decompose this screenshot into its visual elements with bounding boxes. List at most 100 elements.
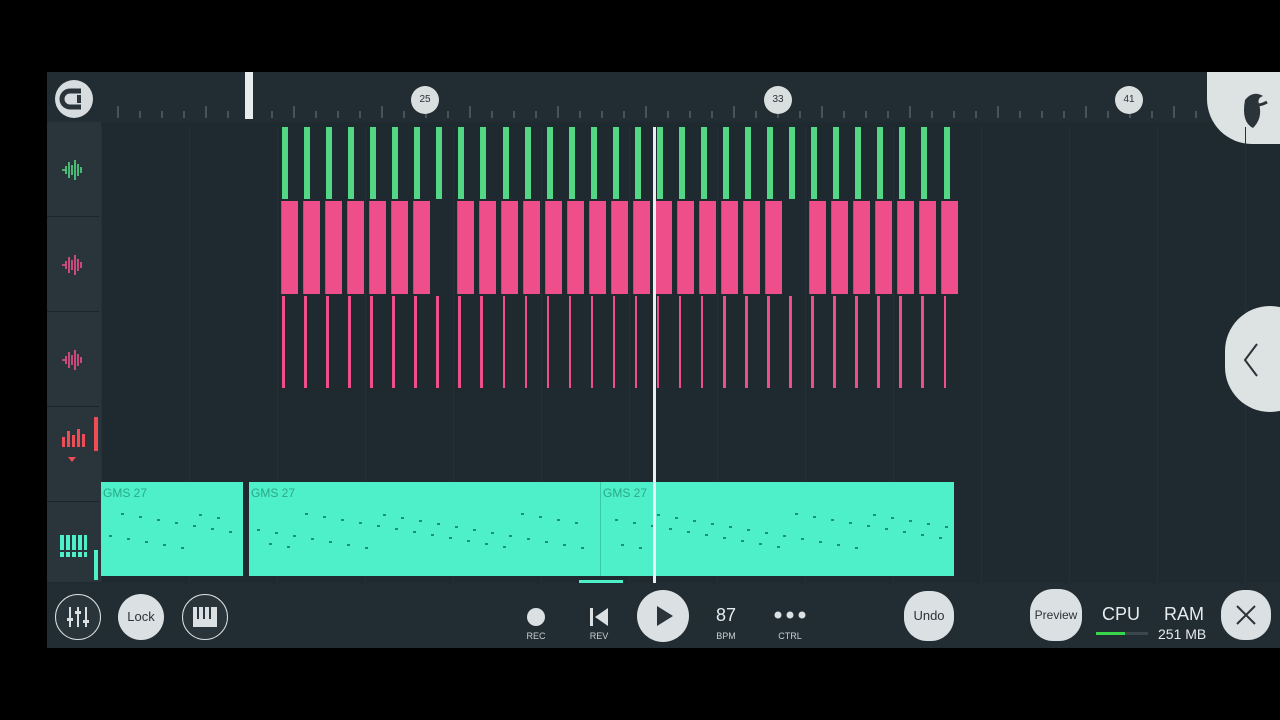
audio-clip[interactable] — [921, 296, 924, 388]
audio-clip[interactable] — [723, 127, 729, 199]
audio-clip[interactable] — [811, 127, 818, 199]
audio-clip[interactable] — [765, 201, 782, 294]
audio-clip[interactable] — [589, 201, 606, 294]
audio-clip[interactable] — [282, 296, 285, 388]
audio-clip[interactable] — [391, 201, 408, 294]
audio-clip[interactable] — [457, 201, 474, 294]
audio-clip[interactable] — [700, 296, 704, 388]
audio-clip[interactable] — [943, 296, 946, 388]
close-button[interactable] — [1221, 590, 1271, 640]
track-header-2[interactable] — [47, 217, 99, 312]
audio-clip[interactable] — [855, 296, 858, 388]
audio-clip[interactable] — [325, 201, 342, 294]
play-button[interactable] — [637, 590, 689, 642]
audio-clip[interactable] — [326, 296, 329, 388]
audio-clip[interactable] — [921, 127, 928, 199]
audio-clip[interactable] — [875, 201, 892, 294]
audio-clip[interactable] — [811, 296, 814, 388]
audio-clip[interactable] — [612, 296, 616, 388]
audio-clip[interactable] — [656, 296, 660, 388]
audio-clip[interactable] — [590, 127, 597, 199]
audio-clip[interactable] — [789, 127, 796, 199]
audio-clip[interactable] — [480, 127, 487, 199]
track-header-1[interactable] — [47, 122, 99, 217]
audio-clip[interactable] — [348, 127, 355, 199]
audio-clip[interactable] — [414, 296, 417, 388]
lock-button[interactable]: Lock — [118, 594, 164, 640]
pattern-clip[interactable]: GMS 27 — [101, 482, 243, 576]
audio-clip[interactable] — [721, 201, 738, 294]
audio-clip[interactable] — [767, 127, 774, 199]
audio-clip[interactable] — [304, 296, 307, 388]
audio-clip[interactable] — [809, 201, 826, 294]
app-logo-icon[interactable] — [55, 80, 93, 118]
audio-clip[interactable] — [458, 127, 465, 199]
undo-button[interactable]: Undo — [904, 591, 954, 641]
audio-clip[interactable] — [502, 127, 509, 199]
audio-clip[interactable] — [853, 201, 870, 294]
audio-clip[interactable] — [303, 201, 320, 294]
audio-clip[interactable] — [392, 127, 399, 199]
audio-clip[interactable] — [941, 201, 958, 294]
audio-clip[interactable] — [612, 127, 619, 199]
audio-clip[interactable] — [436, 127, 443, 199]
audio-clip[interactable] — [919, 201, 936, 294]
audio-clip[interactable] — [568, 127, 575, 199]
audio-clip[interactable] — [655, 201, 672, 294]
audio-clip[interactable] — [546, 296, 550, 388]
audio-clip[interactable] — [677, 201, 694, 294]
audio-clip[interactable] — [633, 201, 650, 294]
audio-clip[interactable] — [831, 201, 848, 294]
audio-clip[interactable] — [877, 296, 880, 388]
audio-clip[interactable] — [611, 201, 628, 294]
audio-clip[interactable] — [833, 127, 840, 199]
audio-clip[interactable] — [480, 296, 483, 388]
audio-clip[interactable] — [282, 127, 288, 199]
audio-clip[interactable] — [833, 296, 836, 388]
bpm-value[interactable]: 87 — [716, 605, 736, 626]
audio-clip[interactable] — [678, 296, 682, 388]
audio-clip[interactable] — [392, 296, 395, 388]
preview-button[interactable]: Preview — [1030, 589, 1082, 641]
audio-clip[interactable] — [326, 127, 333, 199]
audio-clip[interactable] — [545, 201, 562, 294]
audio-clip[interactable] — [855, 127, 862, 199]
audio-clip[interactable] — [767, 296, 770, 388]
mixer-button[interactable] — [55, 594, 101, 640]
audio-clip[interactable] — [501, 201, 518, 294]
pattern-clip[interactable]: GMS 27 — [249, 482, 601, 576]
audio-clip[interactable] — [347, 201, 364, 294]
audio-clip[interactable] — [304, 127, 311, 199]
track-header-5[interactable] — [47, 502, 99, 596]
audio-clip[interactable] — [699, 201, 716, 294]
audio-clip[interactable] — [524, 296, 528, 388]
audio-clip[interactable] — [897, 201, 914, 294]
audio-clip[interactable] — [546, 127, 553, 199]
audio-clip[interactable] — [523, 201, 540, 294]
playhead[interactable] — [653, 127, 656, 583]
rewind-icon[interactable] — [588, 606, 610, 628]
audio-clip[interactable] — [789, 296, 792, 388]
timeline-ruler[interactable]: 25 33 41 — [47, 72, 1280, 122]
audio-clip[interactable] — [281, 201, 298, 294]
audio-clip[interactable] — [524, 127, 531, 199]
audio-clip[interactable] — [745, 127, 752, 199]
track-header-3[interactable] — [47, 312, 99, 407]
audio-clip[interactable] — [370, 296, 373, 388]
audio-clip[interactable] — [634, 296, 638, 388]
more-dots-icon[interactable] — [774, 611, 806, 619]
audio-clip[interactable] — [413, 201, 430, 294]
audio-clip[interactable] — [634, 127, 641, 199]
audio-clip[interactable] — [502, 296, 505, 388]
record-button[interactable] — [527, 608, 545, 626]
audio-clip[interactable] — [370, 127, 377, 199]
audio-clip[interactable] — [348, 296, 351, 388]
piano-roll-button[interactable] — [182, 594, 228, 640]
audio-clip[interactable] — [479, 201, 496, 294]
audio-clip[interactable] — [723, 296, 726, 388]
audio-clip[interactable] — [567, 201, 584, 294]
audio-clip[interactable] — [700, 127, 707, 199]
song-position-marker[interactable] — [245, 72, 253, 119]
audio-clip[interactable] — [743, 201, 760, 294]
audio-clip[interactable] — [899, 296, 902, 388]
